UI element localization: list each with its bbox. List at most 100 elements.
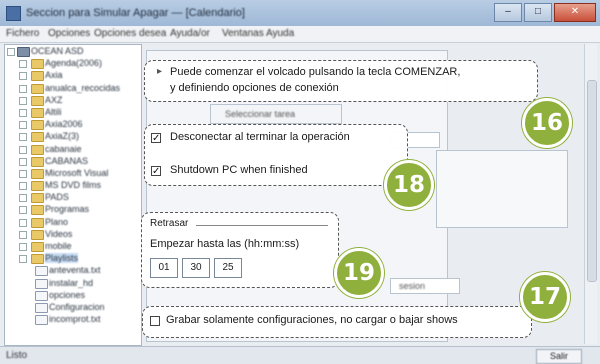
tree-item[interactable]: anteventa.txt xyxy=(5,264,141,277)
expand-icon[interactable] xyxy=(7,48,15,56)
menu-item-help[interactable]: Ayuda xyxy=(266,28,294,39)
folder-icon xyxy=(31,59,44,70)
delay-hours-input[interactable]: 01 xyxy=(150,258,178,278)
folder-icon xyxy=(31,254,44,265)
info-panel xyxy=(436,150,568,228)
delay-seconds-input[interactable]: 25 xyxy=(214,258,242,278)
badge-18: 18 xyxy=(384,160,434,210)
badge-16: 16 xyxy=(522,98,572,148)
tree-item-label: MS DVD films xyxy=(45,180,101,191)
tree-root[interactable]: OCEAN ASD xyxy=(5,45,141,57)
folder-icon xyxy=(31,120,44,131)
tree-item-label: Plano xyxy=(45,216,69,227)
tree-item[interactable]: MS DVD films xyxy=(5,179,141,192)
file-icon xyxy=(35,266,48,277)
expand-icon[interactable] xyxy=(19,194,27,203)
tree-item[interactable]: Altili xyxy=(5,106,141,118)
menu-item-options-wish[interactable]: Opciones desea xyxy=(94,28,166,39)
delay-start-label: Empezar hasta las (hh:mm:ss) xyxy=(150,238,300,250)
tree-item[interactable]: AxiaZ(3) xyxy=(5,130,141,143)
expand-icon[interactable] xyxy=(19,133,27,142)
folder-icon xyxy=(31,242,44,252)
status-bar: Listo Salir xyxy=(0,346,600,364)
tree-item-label: Agenda(2006) xyxy=(45,58,103,69)
tree-item[interactable]: Microsoft Visual xyxy=(5,167,141,179)
side-field[interactable]: sesion xyxy=(390,278,460,294)
disconnect-label: Desconectar al terminar la operación xyxy=(170,131,350,143)
delay-group-line xyxy=(196,225,328,226)
expand-icon[interactable] xyxy=(19,72,27,81)
tree-item-label: Playlists xyxy=(45,253,79,264)
menu-item-options[interactable]: Opciones xyxy=(48,28,90,39)
tree-item[interactable]: instalar_hd xyxy=(5,277,141,289)
tree-item[interactable]: anualca_recocidas xyxy=(5,82,141,94)
tree-item-label: Microsoft Visual xyxy=(45,167,109,178)
vertical-scrollbar[interactable] xyxy=(584,44,597,344)
tree-item-label: cabanaie xyxy=(45,143,82,154)
badge-19: 19 xyxy=(334,248,384,298)
menu-item-file[interactable]: Fichero xyxy=(6,28,39,39)
folder-icon xyxy=(31,132,44,143)
folder-icon xyxy=(31,193,44,204)
expand-icon[interactable] xyxy=(19,243,27,251)
expand-icon[interactable] xyxy=(19,169,27,178)
expand-icon[interactable] xyxy=(19,182,27,191)
folder-icon xyxy=(31,168,44,179)
shutdown-checkbox[interactable]: ✓ xyxy=(151,166,161,177)
tree-item-label: Configuracion xyxy=(49,301,105,312)
tree-item[interactable]: Axia2006 xyxy=(5,118,141,131)
tree-item[interactable]: mobile xyxy=(5,240,141,252)
tree-item[interactable]: Videos xyxy=(5,228,141,240)
tree-item[interactable]: AXZ xyxy=(5,94,141,106)
menu-item-help-or[interactable]: Ayuda/or xyxy=(170,28,210,39)
minimize-button[interactable]: – xyxy=(494,3,522,22)
close-button[interactable]: ✕ xyxy=(554,3,596,22)
tree-item[interactable]: opciones xyxy=(5,289,141,301)
tree-item-label: CABANAS xyxy=(45,155,89,166)
title-bar: Seccion para Simular Apagar — [Calendari… xyxy=(0,0,600,26)
save-config-checkbox[interactable] xyxy=(150,316,160,326)
expand-icon[interactable] xyxy=(19,145,27,154)
app-window: Seccion para Simular Apagar — [Calendari… xyxy=(0,0,600,364)
tree-item-label: PADS xyxy=(45,192,69,203)
tree-item[interactable]: Plano xyxy=(5,216,141,228)
tree-item[interactable]: incomprot.txt xyxy=(5,313,141,326)
tree-item[interactable]: PADS xyxy=(5,191,141,204)
start-info-line2: y definiendo opciones de conexión xyxy=(170,82,339,94)
exit-button[interactable]: Salir xyxy=(536,349,582,364)
expand-icon[interactable] xyxy=(19,157,27,166)
status-text: Listo xyxy=(6,350,28,361)
expand-icon[interactable] xyxy=(19,121,27,130)
tree-item[interactable]: Programas xyxy=(5,203,141,216)
folder-tree[interactable]: OCEAN ASD Agenda(2006) Axia anualca_recoci… xyxy=(4,44,142,346)
tree-item-label: mobile xyxy=(45,241,72,251)
expand-icon[interactable] xyxy=(19,255,27,264)
expand-icon[interactable] xyxy=(19,84,27,93)
menu-bar: Fichero Opciones Opciones desea Ayuda/or… xyxy=(0,26,600,43)
maximize-button[interactable]: □ xyxy=(524,3,552,22)
expand-icon[interactable] xyxy=(19,60,27,69)
delay-group-label: Retrasar xyxy=(150,218,189,229)
tree-item[interactable]: Configuracion xyxy=(5,301,141,313)
badge-17: 17 xyxy=(520,272,570,322)
task-group-box: Seleccionar tarea xyxy=(210,104,342,124)
disconnect-checkbox[interactable]: ✓ xyxy=(151,133,161,144)
expand-icon[interactable] xyxy=(19,108,27,117)
delay-minutes-input[interactable]: 30 xyxy=(182,258,210,278)
file-icon xyxy=(35,302,48,313)
tree-item[interactable]: Axia xyxy=(5,69,141,82)
expand-icon[interactable] xyxy=(19,230,27,239)
expand-icon[interactable] xyxy=(19,218,27,227)
pointer-icon: ▸ xyxy=(157,66,163,77)
scrollbar-thumb[interactable] xyxy=(587,80,597,282)
expand-icon[interactable] xyxy=(19,96,27,105)
file-icon xyxy=(35,290,48,301)
tree-item[interactable]: CABANAS xyxy=(5,155,141,167)
menu-item-windows[interactable]: Ventanas xyxy=(222,28,264,39)
tree-item-label: AxiaZ(3) xyxy=(45,131,80,142)
folder-icon xyxy=(31,181,44,192)
tree-item[interactable]: Playlists xyxy=(5,252,141,265)
tree-item[interactable]: Agenda(2006) xyxy=(5,57,141,70)
tree-item[interactable]: cabanaie xyxy=(5,143,141,155)
expand-icon[interactable] xyxy=(19,206,27,215)
